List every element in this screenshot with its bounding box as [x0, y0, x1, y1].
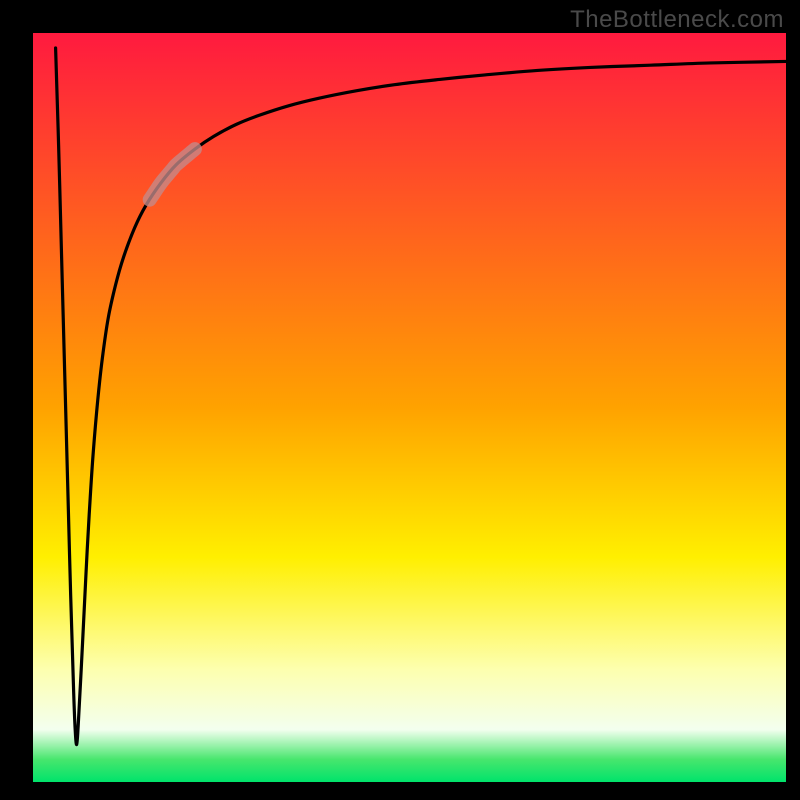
- watermark-text: TheBottleneck.com: [570, 6, 784, 34]
- bottleneck-chart: [0, 0, 800, 800]
- plot-background: [33, 33, 786, 782]
- chart-container: TheBottleneck.com: [0, 0, 800, 800]
